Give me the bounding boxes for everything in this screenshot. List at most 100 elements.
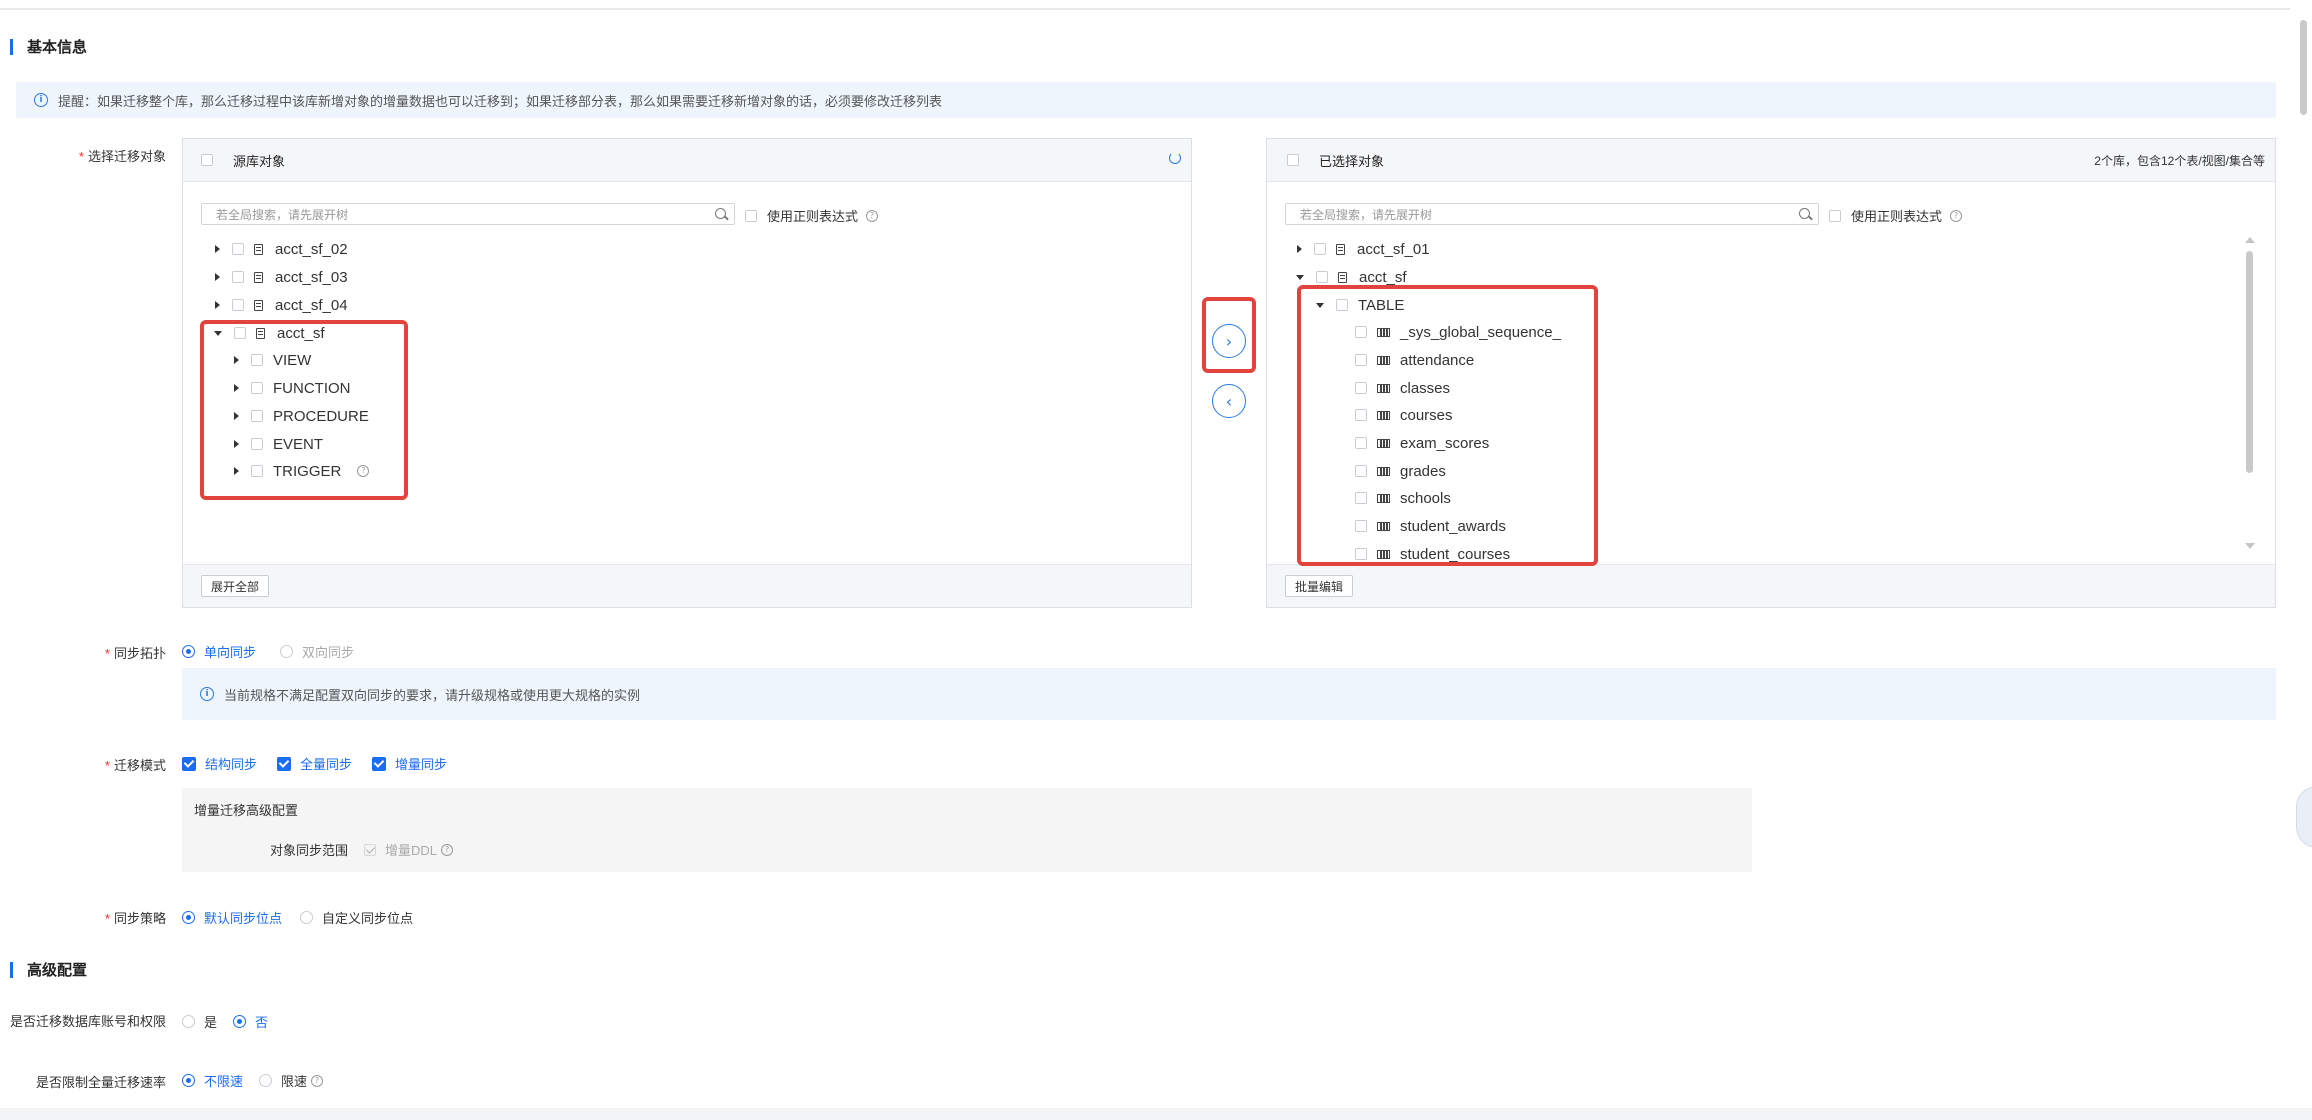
scroll-down-icon[interactable] [2245, 543, 2255, 549]
expand-caret-icon[interactable] [234, 467, 239, 475]
tree-node-table[interactable]: student_courses [1355, 544, 1510, 563]
tree-node-checkbox[interactable] [234, 327, 246, 339]
tree-node-checkbox[interactable] [1314, 243, 1326, 255]
expand-all-button[interactable]: 展开全部 [201, 575, 270, 597]
target-regex-checkbox[interactable] [1829, 209, 1841, 222]
source-regex-option[interactable]: 使用正则表达式 ? [745, 206, 879, 225]
radio-rate-limit[interactable]: 限速 ? [259, 1071, 324, 1090]
tree-node-checkbox[interactable] [1355, 465, 1367, 477]
radio-migrate-accounts-no[interactable]: 否 [233, 1012, 268, 1031]
tree-node-table[interactable]: courses [1355, 405, 1453, 425]
radio-migrate-accounts-yes[interactable]: 是 [182, 1012, 217, 1031]
tree-node-checkbox[interactable] [251, 382, 263, 394]
tree-node-checkbox[interactable] [251, 465, 263, 477]
tree-node-checkbox[interactable] [251, 410, 263, 422]
source-select-all-checkbox[interactable] [201, 154, 213, 166]
target-search-input[interactable]: 若全局搜索，请先展开树 [1285, 203, 1819, 225]
tree-node-group[interactable]: PROCEDURE [234, 406, 369, 426]
expand-caret-icon[interactable] [1297, 245, 1302, 253]
checkbox-full-sync[interactable]: 全量同步 [277, 754, 352, 773]
radio-circle[interactable] [182, 1015, 195, 1028]
checkbox[interactable] [182, 756, 196, 771]
radio-no-rate-limit[interactable]: 不限速 [182, 1071, 243, 1090]
radio-circle[interactable] [182, 1074, 195, 1087]
tree-node-table[interactable]: _sys_global_sequence_ [1355, 322, 1561, 342]
tree-node-table[interactable]: classes [1355, 378, 1450, 398]
tree-node-group[interactable]: TRIGGER ? [234, 461, 370, 481]
radio-circle[interactable] [280, 645, 294, 658]
radio-circle[interactable] [182, 645, 195, 658]
tree-node-group[interactable]: FUNCTION [234, 378, 351, 398]
floating-help-button[interactable] [2296, 786, 2312, 848]
help-icon[interactable]: ? [311, 1074, 324, 1087]
checkbox-structure-sync[interactable]: 结构同步 [182, 754, 257, 773]
scroll-up-icon[interactable] [2245, 237, 2255, 243]
expand-caret-icon[interactable] [234, 440, 239, 448]
source-search-input[interactable]: 若全局搜索，请先展开树 [201, 203, 735, 225]
tree-node-checkbox[interactable] [232, 299, 244, 311]
tree-node-group[interactable]: VIEW [234, 350, 311, 370]
expand-caret-icon[interactable] [234, 412, 239, 420]
expand-caret-icon[interactable] [215, 301, 220, 309]
tree-node-table[interactable]: student_awards [1355, 516, 1506, 536]
radio-custom-sync-point[interactable]: 自定义同步位点 [300, 908, 413, 927]
tree-node-db[interactable]: acct_sf_03 [215, 267, 348, 287]
radio-default-sync-point[interactable]: 默认同步位点 [182, 908, 282, 927]
tree-node-checkbox[interactable] [1355, 437, 1367, 449]
tree-node-group[interactable]: EVENT [234, 434, 323, 454]
checkbox-incremental-sync[interactable]: 增量同步 [372, 754, 447, 773]
refresh-icon[interactable] [1169, 152, 1181, 164]
radio-circle[interactable] [182, 911, 195, 924]
tree-node-checkbox[interactable] [1336, 299, 1348, 311]
tree-node-checkbox[interactable] [1355, 326, 1367, 338]
tree-node-checkbox[interactable] [232, 243, 244, 255]
tree-node-checkbox[interactable] [1355, 409, 1367, 421]
tree-node-checkbox[interactable] [251, 354, 263, 366]
tree-node-db[interactable]: acct_sf_01 [1297, 239, 1430, 259]
move-left-button[interactable]: ‹ [1212, 384, 1246, 418]
tree-node-checkbox[interactable] [1355, 520, 1367, 532]
help-icon[interactable]: ? [866, 209, 879, 222]
radio-circle[interactable] [233, 1015, 247, 1028]
move-right-button[interactable]: › [1212, 324, 1246, 358]
radio-circle[interactable] [259, 1074, 273, 1087]
help-icon[interactable]: ? [441, 843, 454, 856]
tree-node-db-expanded[interactable]: acct_sf [214, 323, 325, 343]
collapse-caret-icon[interactable] [214, 330, 222, 336]
tree-node-db-expanded[interactable]: acct_sf [1296, 267, 1407, 287]
tree-node-checkbox[interactable] [1355, 354, 1367, 366]
collapse-caret-icon[interactable] [1296, 274, 1304, 280]
tree-node-table[interactable]: schools [1355, 488, 1451, 508]
tree-node-checkbox[interactable] [1355, 548, 1367, 560]
radio-one-way-sync[interactable]: 单向同步 [182, 642, 256, 661]
collapse-caret-icon[interactable] [1316, 302, 1324, 308]
tree-node-db[interactable]: acct_sf_02 [215, 239, 348, 259]
radio-two-way-sync[interactable]: 双向同步 [280, 642, 354, 661]
tree-node-group-expanded[interactable]: TABLE [1316, 295, 1404, 315]
expand-caret-icon[interactable] [234, 384, 239, 392]
tree-node-table[interactable]: exam_scores [1355, 433, 1489, 453]
radio-circle[interactable] [300, 911, 314, 924]
checkbox[interactable] [364, 843, 376, 856]
expand-caret-icon[interactable] [234, 356, 239, 364]
expand-caret-icon[interactable] [215, 273, 220, 281]
help-icon[interactable]: ? [357, 465, 370, 477]
tree-node-checkbox[interactable] [1316, 271, 1328, 283]
tree-node-checkbox[interactable] [232, 271, 244, 283]
source-regex-checkbox[interactable] [745, 209, 757, 222]
tree-node-checkbox[interactable] [251, 438, 263, 450]
target-select-all-checkbox[interactable] [1287, 154, 1299, 166]
tree-scrollbar[interactable] [2246, 251, 2253, 473]
tree-node-table[interactable]: grades [1355, 461, 1446, 481]
help-icon[interactable]: ? [1950, 209, 1963, 222]
tree-node-db[interactable]: acct_sf_04 [215, 295, 348, 315]
tree-node-checkbox[interactable] [1355, 492, 1367, 504]
tree-node-table[interactable]: attendance [1355, 350, 1474, 370]
expand-caret-icon[interactable] [215, 245, 220, 253]
checkbox-incremental-ddl[interactable]: 增量DDL ? [364, 840, 454, 859]
checkbox[interactable] [372, 756, 387, 771]
page-scrollbar[interactable] [2300, 20, 2307, 115]
tree-node-checkbox[interactable] [1355, 382, 1367, 394]
checkbox[interactable] [277, 756, 292, 771]
batch-edit-button[interactable]: 批量编辑 [1285, 575, 1354, 597]
